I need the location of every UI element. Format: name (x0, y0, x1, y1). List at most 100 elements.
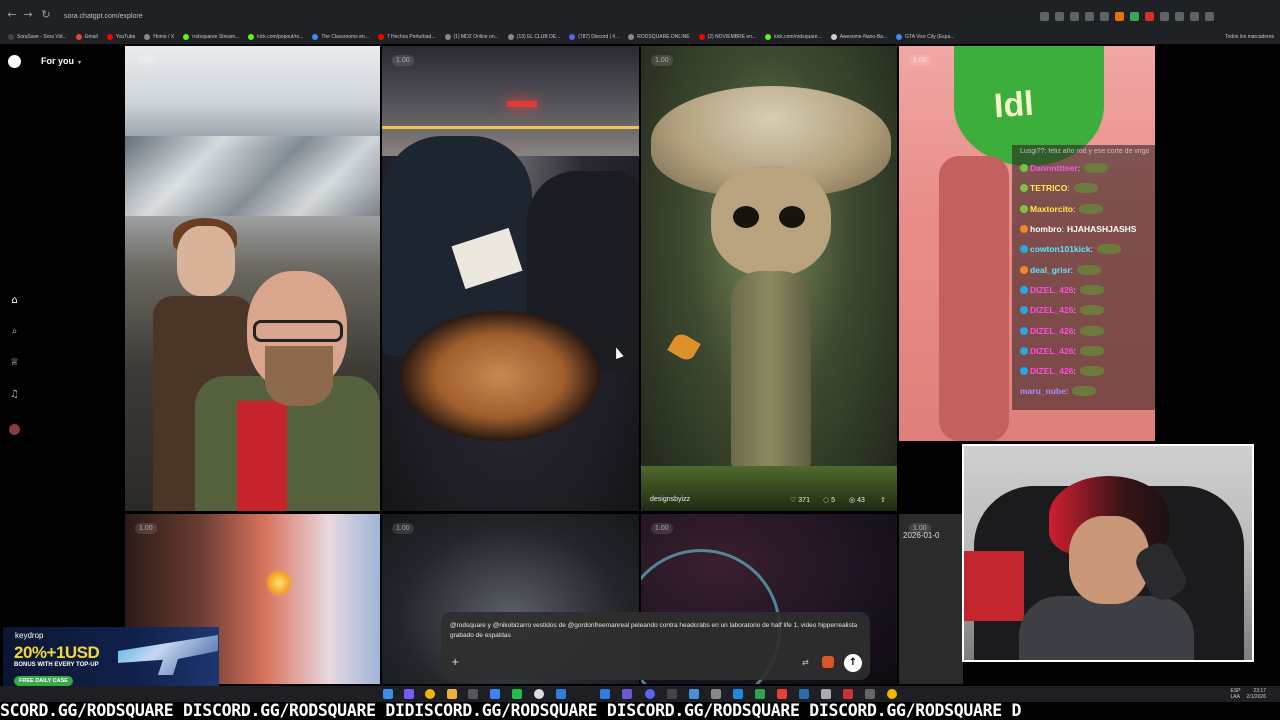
app-icon[interactable] (512, 689, 522, 699)
remix-stat[interactable]: ◎ 43 (849, 496, 865, 504)
home-icon[interactable]: ⌂ (9, 295, 20, 306)
bookmark-favicon (312, 34, 319, 40)
forward-icon[interactable]: → (22, 9, 34, 21)
app-icon[interactable] (755, 689, 765, 699)
bookmark-item[interactable]: 7 Hechos Perturbad... (377, 34, 436, 40)
chat-username[interactable]: maru_nube (1020, 386, 1066, 396)
app-icon[interactable] (821, 689, 831, 699)
app-icon[interactable] (556, 689, 566, 699)
all-bookmarks-link[interactable]: Todos los marcadores (1225, 30, 1274, 44)
video-tile[interactable]: 1.00 2026-01-0 (899, 514, 963, 684)
feed-selector[interactable]: For you ▾ (41, 56, 81, 66)
extension-icon[interactable] (1175, 12, 1184, 21)
menu-icon[interactable] (1190, 12, 1199, 21)
chat-username[interactable]: DIZEL_426 (1030, 305, 1073, 315)
chat-username[interactable]: DIZEL_426 (1030, 285, 1073, 295)
chat-username[interactable]: hombro (1030, 224, 1062, 234)
extension-icon[interactable] (1130, 12, 1139, 21)
video-tile[interactable]: 1.00 (641, 46, 897, 511)
bookmark-item[interactable]: The Classrooms en... (312, 34, 369, 40)
comments-stat[interactable]: ◌ 5 (823, 496, 835, 504)
bookmark-item[interactable]: (1) MDZ Online on... (444, 34, 499, 40)
bookmark-favicon (628, 34, 635, 40)
bookmark-label: kick.com/rodsquare... (774, 34, 822, 40)
language-indicator[interactable]: ESP LAA (1231, 688, 1241, 700)
app-icon[interactable] (622, 689, 632, 699)
app-icon[interactable] (534, 689, 544, 699)
app-icon[interactable] (711, 689, 721, 699)
chrome-icon[interactable] (887, 689, 897, 699)
likes-stat[interactable]: ♡ 371 (790, 496, 810, 504)
gift-icon[interactable] (822, 656, 834, 668)
bookmark-item[interactable]: kick.com/popout/ro... (248, 34, 303, 40)
trophy-icon[interactable]: ♕ (9, 357, 20, 368)
bookmark-item[interactable]: Home / X (144, 34, 174, 40)
chat-username[interactable]: TETRICO (1030, 183, 1067, 193)
back-icon[interactable]: ← (6, 9, 18, 21)
app-icon[interactable] (689, 689, 699, 699)
video-tile[interactable]: 1.00 (125, 46, 380, 511)
folder-icon[interactable] (447, 689, 457, 699)
send-button[interactable]: ↑ (844, 654, 862, 672)
prompt-input[interactable]: @rodsquare y @nikobizarro vestidos de @g… (450, 621, 862, 641)
prompt-composer[interactable]: @rodsquare y @nikobizarro vestidos de @g… (441, 612, 870, 680)
bookmark-item[interactable]: GTA Vice City (Espa... (896, 34, 954, 40)
bookmark-item[interactable]: YouTube (106, 34, 135, 40)
app-icon[interactable] (600, 689, 610, 699)
app-icon[interactable] (468, 689, 478, 699)
extension-icon[interactable] (1085, 12, 1094, 21)
chat-username[interactable]: DIZEL_426 (1030, 346, 1073, 356)
sora-logo[interactable] (8, 55, 21, 68)
bookmark-item[interactable]: rodsquaree Stream... (183, 34, 239, 40)
profile-avatar[interactable] (9, 424, 20, 435)
app-icon[interactable] (490, 689, 500, 699)
extension-icon[interactable] (1160, 12, 1169, 21)
address-bar[interactable]: sora.chatgpt.com/explore (58, 10, 1038, 24)
author-name[interactable]: designsbyizz (650, 496, 690, 503)
speed-badge: 1.00 (135, 55, 157, 66)
star-icon[interactable] (1100, 12, 1109, 21)
chat-emote (1079, 203, 1104, 214)
extension-icon[interactable] (1070, 12, 1079, 21)
manhole (400, 311, 600, 441)
bookmark-item[interactable]: Gmail (75, 34, 98, 40)
app-icon[interactable] (799, 689, 809, 699)
bookmark-item[interactable]: RODSQUARE.ONLINE (628, 34, 690, 40)
chat-username[interactable]: cowton101kick (1030, 244, 1090, 254)
chat-username[interactable]: Dannnttteer (1030, 163, 1078, 173)
settings-sliders-icon[interactable]: ⇄ (802, 658, 809, 667)
search-icon[interactable]: ⌕ (9, 326, 20, 337)
chat-separator: : (1072, 203, 1076, 214)
bookmark-item[interactable]: (787) Discord | #... (569, 34, 619, 40)
creature-body (731, 271, 811, 471)
bookmark-item[interactable]: (13) EL CLUB DE... (507, 34, 560, 40)
bookmark-item[interactable]: Awesome-Nano-Ba... (830, 34, 887, 40)
extension-icon[interactable] (1145, 12, 1154, 21)
share-button[interactable]: ⇧ (880, 496, 886, 504)
app-icon[interactable] (733, 689, 743, 699)
reload-icon[interactable]: ↻ (40, 9, 52, 21)
app-icon[interactable] (777, 689, 787, 699)
chat-username[interactable]: DIZEL_426 (1030, 366, 1073, 376)
extension-icon[interactable] (1040, 12, 1049, 21)
bell-icon[interactable]: ♫ (9, 389, 20, 400)
profile-avatar[interactable] (1205, 12, 1214, 21)
app-icon[interactable] (865, 689, 875, 699)
bookmark-item[interactable]: kick.com/rodsquare... (765, 34, 822, 40)
video-tile[interactable]: 1.00 (382, 46, 639, 511)
extension-icon[interactable] (1055, 12, 1064, 21)
chat-username[interactable]: DIZEL_426 (1030, 326, 1073, 336)
add-attachment-button[interactable]: + (451, 657, 459, 668)
discord-icon[interactable] (645, 689, 655, 699)
chrome-icon[interactable] (425, 689, 435, 699)
chat-username[interactable]: Maxtorcito (1030, 204, 1073, 214)
app-icon[interactable] (667, 689, 677, 699)
bookmark-item[interactable]: (2) NOVIEMBRE en... (698, 34, 756, 40)
chat-username[interactable]: deal_grisr (1030, 265, 1071, 275)
app-icon[interactable] (843, 689, 853, 699)
start-icon[interactable] (383, 689, 393, 699)
bookmark-item[interactable]: SoraSave - Sora Vid... (8, 34, 67, 40)
clock[interactable]: 23:17 2/1/2026 (1247, 688, 1266, 700)
extension-icon[interactable] (1115, 12, 1124, 21)
app-icon[interactable] (404, 689, 414, 699)
